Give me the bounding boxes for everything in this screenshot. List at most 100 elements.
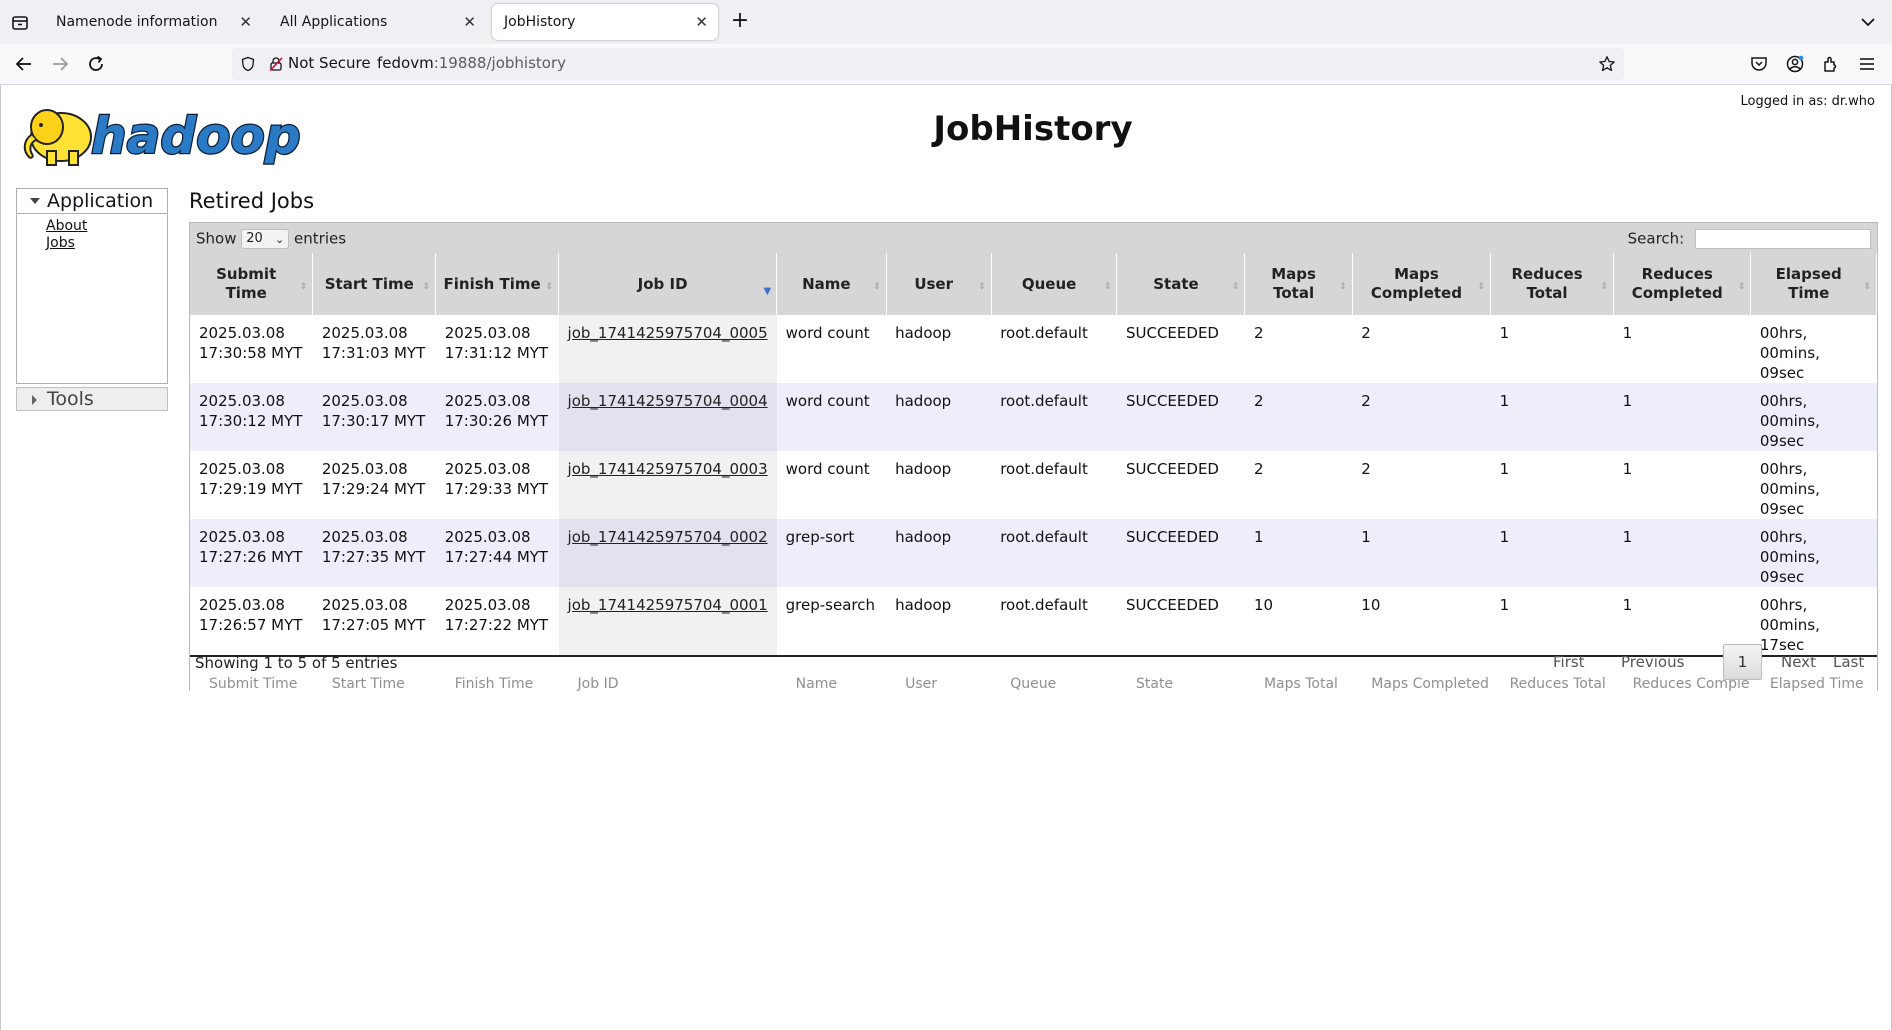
cell-submit-time: 2025.03.08 17:30:12 MYT [190,383,313,451]
pagination-last[interactable]: Last [1833,653,1864,671]
column-header-elapsed-time[interactable]: Elapsed Time ⇕ [1750,253,1877,315]
url-text[interactable]: fedovm:19888/jobhistory [377,54,566,72]
entries-label: entries [294,229,347,248]
tab-all-applications[interactable]: All Applications ✕ [268,4,486,40]
cell-elapsed-time: 00hrs, 00mins, 09sec [1750,383,1877,451]
footer-filter-name[interactable]: Name [776,655,887,710]
column-header-start-time[interactable]: Start Time ⇕ [312,253,437,315]
cell-reduces-completed: 1 [1613,451,1751,519]
logged-in-label: Logged in as: dr.who [1740,94,1875,109]
browser-nav-bar: Not Secure fedovm:19888/jobhistory [0,44,1892,85]
section-title: Retired Jobs [189,189,315,213]
search-input[interactable] [1695,229,1871,249]
cell-maps-completed: 2 [1352,315,1491,383]
footer-filter-queue[interactable]: Queue [991,655,1117,710]
sort-icon: ⇕ [978,282,986,292]
cell-user: hadoop [886,451,992,519]
reload-icon[interactable] [84,52,108,76]
pagination-first[interactable]: First [1553,653,1585,671]
hamburger-menu-icon[interactable] [1857,54,1877,74]
cell-submit-time: 2025.03.08 17:29:19 MYT [190,451,313,519]
cell-reduces-total: 1 [1490,383,1614,451]
search-label: Search: [1627,229,1685,248]
column-header-label: Queue [1021,274,1077,293]
cell-maps-completed: 2 [1352,451,1491,519]
cell-state: SUCCEEDED [1116,383,1245,451]
entries-length-control: Show 20 ⌄ entries [196,229,346,249]
column-header-user[interactable]: User ⇕ [886,253,992,315]
cell-reduces-completed: 1 [1613,315,1751,383]
cell-finish-time: 2025.03.08 17:29:33 MYT [435,451,559,519]
entries-select[interactable]: 20 ⌄ [241,229,290,249]
back-arrow-icon[interactable] [12,52,36,76]
pocket-icon[interactable] [1749,54,1769,74]
sidebar-link-about[interactable]: About [46,218,167,235]
sort-icon: ⇕ [1339,282,1347,292]
insecure-lock-icon[interactable] [268,56,284,72]
table-row: 2025.03.08 17:27:26 MYT 2025.03.08 17:27… [190,519,1877,587]
cell-start-time: 2025.03.08 17:27:35 MYT [312,519,436,587]
shield-icon[interactable] [240,56,256,72]
account-icon[interactable] [1785,54,1805,74]
job-id-link[interactable]: job_1741425975704_0005 [568,324,768,342]
sidebar-application-label: Application [47,190,154,212]
sidebar-link-jobs[interactable]: Jobs [46,235,167,252]
chevron-down-icon[interactable] [1858,12,1878,32]
pagination-next[interactable]: Next [1781,653,1816,671]
job-id-link[interactable]: job_1741425975704_0004 [568,392,768,410]
job-id-link[interactable]: job_1741425975704_0001 [568,596,768,614]
column-header-finish-time[interactable]: Finish Time ⇕ [435,253,560,315]
close-icon[interactable]: ✕ [239,4,252,40]
close-icon[interactable]: ✕ [695,4,708,40]
cell-queue: root.default [991,383,1117,451]
column-header-job-id[interactable]: Job ID ▼ [558,253,778,315]
tab-jobhistory[interactable]: JobHistory ✕ [492,4,718,40]
cell-queue: root.default [991,519,1117,587]
tab-list-icon[interactable] [10,12,30,32]
column-header-reduces-completed[interactable]: Reduces Completed ⇕ [1613,253,1752,315]
new-tab-button[interactable]: + [728,10,752,34]
cell-start-time: 2025.03.08 17:29:24 MYT [312,451,436,519]
tab-namenode[interactable]: Namenode information ✕ [44,4,262,40]
column-header-state[interactable]: State ⇕ [1116,253,1246,315]
sort-icon: ⇕ [422,282,431,292]
sidebar-tools-header[interactable]: Tools [16,387,168,411]
footer-filter-maps-completed[interactable]: Maps Completed [1352,655,1491,710]
address-bar[interactable]: Not Secure fedovm:19888/jobhistory [232,48,1624,80]
caret-right-icon [32,395,37,405]
column-header-maps-total[interactable]: Maps Total ⇕ [1244,253,1353,315]
extensions-icon[interactable] [1821,54,1841,74]
search-control: Search: [1628,229,1871,249]
cell-reduces-total: 1 [1490,519,1614,587]
job-id-link[interactable]: job_1741425975704_0003 [568,460,768,478]
sort-icon: ⇕ [1477,282,1486,292]
cell-reduces-completed: 1 [1613,519,1751,587]
job-id-link[interactable]: job_1741425975704_0002 [568,528,768,546]
footer-filter-user[interactable]: User [886,655,992,710]
pagination-previous[interactable]: Previous [1621,653,1684,671]
sidebar-application-panel: Application About Jobs [16,188,168,384]
close-icon[interactable]: ✕ [463,4,476,40]
pagination-page-1[interactable]: 1 [1723,644,1762,680]
sidebar-links: About Jobs [17,214,167,252]
column-header-maps-completed[interactable]: Maps Completed ⇕ [1352,253,1492,315]
forward-arrow-icon[interactable] [48,52,72,76]
sidebar-application-header[interactable]: Application [17,189,167,214]
column-header-queue[interactable]: Queue ⇕ [991,253,1118,315]
column-header-reduces-total[interactable]: Reduces Total ⇕ [1490,253,1615,315]
bookmark-star-icon[interactable] [1598,55,1616,73]
column-header-submit-time[interactable]: Submit Time ⇕ [190,253,314,315]
cell-queue: root.default [991,451,1117,519]
footer-filter-maps-total[interactable]: Maps Total [1244,655,1353,710]
not-secure-label: Not Secure [288,54,371,72]
cell-reduces-total: 1 [1490,315,1614,383]
footer-filter-finish-time[interactable]: Finish Time [435,655,559,710]
footer-filter-job-id[interactable]: Job ID [558,655,777,710]
column-header-label: State [1153,274,1199,293]
column-header-name[interactable]: Name ⇕ [776,253,887,315]
cell-reduces-completed: 1 [1613,383,1751,451]
cell-user: hadoop [886,315,992,383]
footer-filter-state[interactable]: State [1116,655,1245,710]
jobs-datatable: Show 20 ⌄ entries Search: Submit Time ⇕ … [189,222,1878,710]
cell-maps-completed: 2 [1352,383,1491,451]
